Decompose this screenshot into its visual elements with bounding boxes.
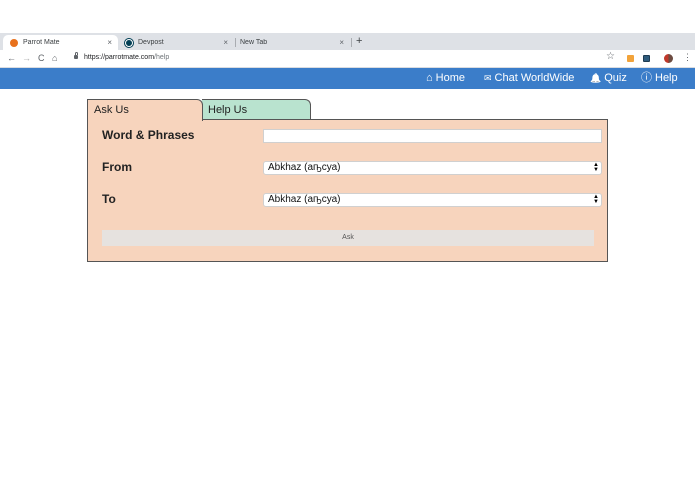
word-phrases-input[interactable] (263, 129, 602, 143)
home-icon: ⌂ (426, 72, 433, 84)
nav-label: Help (655, 72, 678, 84)
profile-avatar[interactable] (664, 54, 673, 63)
nav-help-link[interactable]: ⓘ Help (641, 71, 678, 86)
nav-home-link[interactable]: ⌂ Home (426, 71, 465, 86)
browser-tab-devpost[interactable]: Devpost × (118, 35, 234, 50)
nav-label: Chat WorldWide (494, 72, 575, 84)
bookmark-star-icon[interactable]: ☆ (606, 51, 615, 63)
close-tab-icon[interactable]: × (107, 38, 112, 47)
extension-icon[interactable] (627, 55, 634, 62)
ask-form-panel: Word & Phrases From Abkhaz (аҧсуа) ▲ ▼ To… (87, 119, 608, 262)
tab-help-us[interactable]: Help Us (202, 99, 311, 120)
back-icon[interactable]: ← (7, 52, 16, 65)
bell-icon: 🔔 (590, 73, 602, 83)
browser-tab-parrot-mate[interactable]: Parrot Mate × (3, 35, 118, 50)
from-label: From (102, 160, 132, 174)
browser-menu-icon[interactable]: ⋮ (683, 51, 692, 63)
tab-title: New Tab (240, 39, 268, 46)
forward-icon[interactable]: → (22, 52, 31, 65)
ask-button[interactable]: Ask (102, 230, 594, 246)
parrot-favicon-icon (10, 38, 18, 47)
select-arrows-icon: ▲ ▼ (593, 194, 599, 205)
close-tab-icon[interactable]: × (339, 38, 344, 47)
home-icon[interactable]: ⌂ (52, 52, 57, 65)
info-icon: ⓘ (641, 72, 652, 84)
select-arrows-icon: ▲ ▼ (593, 162, 599, 173)
browser-tab-strip: Parrot Mate × Devpost × New Tab × (0, 33, 695, 50)
url-path: /help (154, 54, 170, 61)
devpost-favicon-icon (125, 38, 133, 47)
window-top (0, 0, 695, 33)
extension-icon[interactable] (643, 55, 650, 62)
tab-title: Parrot Mate (23, 39, 60, 46)
browser-tab-new-tab[interactable]: New Tab × (236, 35, 350, 50)
nav-quiz-link[interactable]: 🔔 Quiz (590, 71, 627, 86)
from-language-select[interactable]: Abkhaz (аҧсуа) ▲ ▼ (263, 161, 602, 175)
to-label: To (102, 192, 116, 206)
new-tab-button[interactable]: + (356, 35, 362, 47)
site-navbar: ⌂ Home ✉ Chat WorldWide 🔔 Quiz ⓘ Help (0, 68, 695, 89)
address-bar[interactable]: https://parrotmate.com/help (84, 53, 169, 63)
nav-chat-link[interactable]: ✉ Chat WorldWide (484, 71, 574, 86)
nav-label: Home (435, 72, 465, 84)
tab-ask-us[interactable]: Ask Us (87, 99, 203, 121)
word-phrases-label: Word & Phrases (102, 128, 195, 142)
to-selected-value: Abkhaz (аҧсуа) (268, 194, 341, 205)
tab-title: Devpost (138, 39, 164, 46)
from-selected-value: Abkhaz (аҧсуа) (268, 162, 341, 173)
close-tab-icon[interactable]: × (223, 38, 228, 47)
tab-separator (351, 38, 352, 47)
chat-icon: ✉ (484, 73, 492, 83)
reload-icon[interactable]: C (38, 52, 45, 65)
to-language-select[interactable]: Abkhaz (аҧсуа) ▲ ▼ (263, 193, 602, 207)
lock-icon (74, 52, 78, 59)
url-host: https://parrotmate.com (84, 54, 155, 61)
nav-label: Quiz (604, 72, 627, 84)
